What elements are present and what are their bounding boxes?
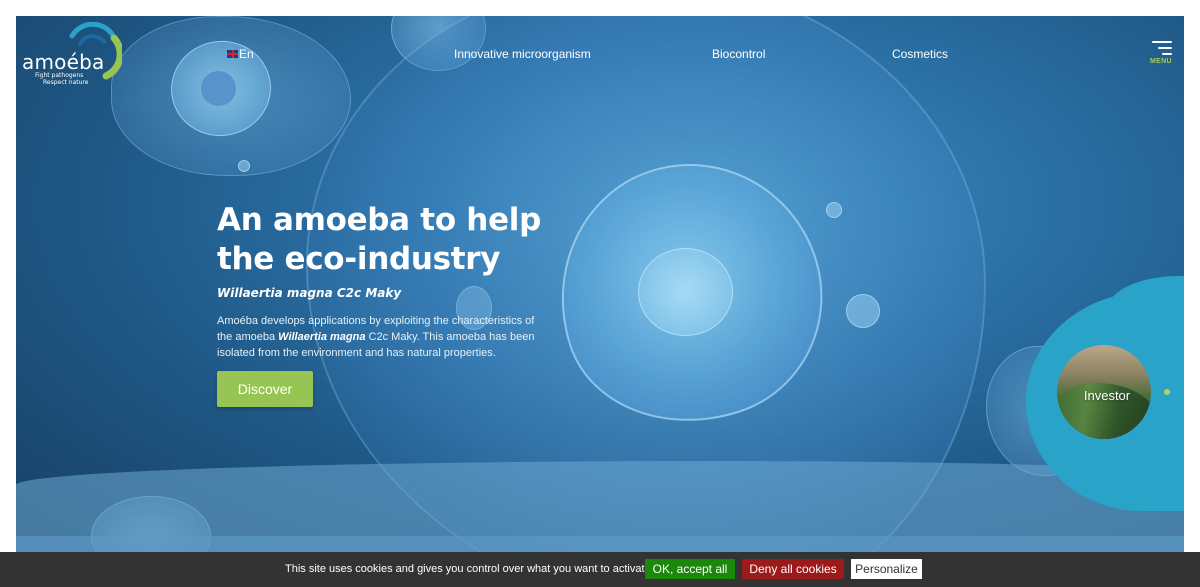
vesicle-image — [826, 202, 842, 218]
logo-wordmark: amoéba — [22, 50, 105, 74]
vesicle-image — [238, 160, 250, 172]
nav-link-cosmetics[interactable]: Cosmetics — [892, 47, 948, 61]
language-switcher[interactable]: En — [227, 47, 254, 61]
logo-tagline: Fight pathogens — [35, 72, 84, 79]
accept-all-cookies-button[interactable]: OK, accept all — [645, 559, 735, 579]
hero-title: An amoeba to help the eco-industry — [217, 202, 542, 277]
amoeba-nucleolus-image — [201, 71, 236, 106]
amoeba-logo[interactable]: amoéba Fight pathogens Respect nature — [22, 22, 127, 88]
menu-button[interactable]: MENU — [1148, 40, 1176, 68]
cookie-message: This site uses cookies and gives you con… — [285, 563, 651, 575]
cookie-consent-bar: This site uses cookies and gives you con… — [0, 552, 1200, 587]
deny-all-cookies-button[interactable]: Deny all cookies — [742, 559, 844, 579]
hamburger-icon — [1152, 41, 1172, 43]
discover-button[interactable]: Discover — [217, 371, 313, 407]
nav-link-biocontrol[interactable]: Biocontrol — [712, 47, 765, 61]
nav-link-innovative-microorganism[interactable]: Innovative microorganism — [454, 47, 591, 61]
amoeba-nucleolus-image — [638, 248, 733, 336]
wave-decoration — [16, 536, 1184, 552]
investor-label: Investor — [1083, 388, 1131, 403]
language-label: En — [239, 47, 254, 61]
hero-banner — [16, 16, 1184, 552]
logo-tagline: Respect nature — [43, 79, 89, 86]
hamburger-icon — [1162, 53, 1172, 55]
menu-label: MENU — [1150, 58, 1172, 65]
uk-flag-icon — [227, 50, 238, 58]
vesicle-image — [846, 294, 880, 328]
hero-description: Amoéba develops applications by exploiti… — [217, 313, 537, 361]
species-name: Willaertia magna — [278, 331, 366, 343]
investor-link[interactable]: Investor — [1054, 342, 1154, 442]
hamburger-icon — [1158, 47, 1172, 49]
carousel-dot-icon[interactable] — [1164, 389, 1170, 395]
hero-subtitle: Willaertia magna C2c Maky — [217, 286, 402, 300]
personalize-cookies-button[interactable]: Personalize — [851, 559, 922, 579]
